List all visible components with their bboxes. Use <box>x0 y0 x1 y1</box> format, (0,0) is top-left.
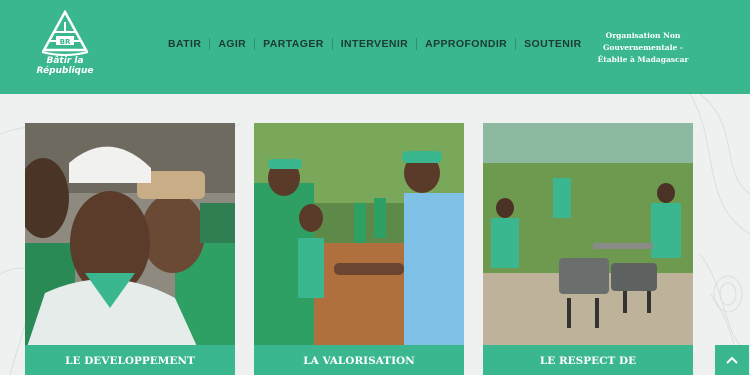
nav-item-approfondir[interactable]: APPROFONDIR <box>417 37 515 51</box>
card-respect[interactable]: LE RESPECT DE <box>483 123 693 375</box>
tagline-line1: Organisation Non <box>605 31 681 40</box>
card-photo-workers <box>483 123 693 353</box>
card-caption: LE DEVELOPPEMENT <box>25 345 235 375</box>
brand-name-line2: République <box>36 66 94 76</box>
card-developpement[interactable]: LE DEVELOPPEMENT <box>25 123 235 375</box>
organisation-tagline: Organisation Non Gouvernementale - Établ… <box>588 30 698 66</box>
card-valorisation[interactable]: LA VALORISATION <box>254 123 464 375</box>
brand-logo[interactable]: BR Bâtir la République <box>33 10 97 86</box>
card-caption: LE RESPECT DE <box>483 345 693 375</box>
card-caption: LA VALORISATION <box>254 345 464 375</box>
scroll-to-top-button[interactable] <box>715 345 749 375</box>
card-photo-people <box>25 123 235 353</box>
nav-item-partager[interactable]: PARTAGER <box>255 37 332 51</box>
pyramid-logo-icon: BR <box>41 10 89 56</box>
card-photo-handshake <box>254 123 464 353</box>
nav-item-agir[interactable]: AGIR <box>210 37 254 51</box>
header-bar: BR Bâtir la République BATIR AGIR PARTAG… <box>0 0 750 94</box>
tagline-line2: Gouvernementale - <box>603 43 683 52</box>
chevron-up-icon <box>726 356 738 364</box>
nav-item-soutenir[interactable]: SOUTENIR <box>516 37 589 51</box>
tagline-line3: Établie à Madagascar <box>597 55 689 64</box>
nav-item-batir[interactable]: BATIR <box>160 37 209 51</box>
main-nav: BATIR AGIR PARTAGER INTERVENIR APPROFOND… <box>160 36 590 52</box>
brand-name-line1: Bâtir la <box>46 56 84 66</box>
nav-item-intervenir[interactable]: INTERVENIR <box>333 37 416 51</box>
logo-mark: BR <box>60 38 71 46</box>
